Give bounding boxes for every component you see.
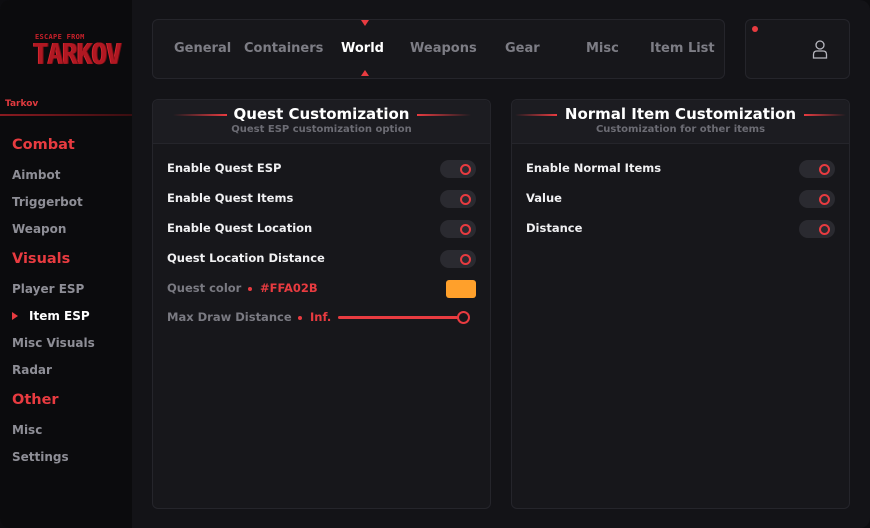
logo-line-main: TARKOV [33,38,122,72]
sidebar-item-player-esp[interactable]: Player ESP [12,282,84,296]
toggle-knob [819,194,830,205]
game-logo: ESCAPE FROM TARKOV [33,33,122,79]
sidebar-item-aimbot[interactable]: Aimbot [12,168,60,182]
header-line-right [417,114,471,116]
quest-location-distance-toggle[interactable] [440,250,476,268]
header-line-right [804,114,846,116]
max-draw-distance-slider-track[interactable] [338,316,458,319]
max-draw-distance-label: Max Draw Distance [167,310,292,324]
toggle-knob [460,254,471,265]
toggle-label: Enable Quest Items [167,191,294,205]
panel-title: Normal Item Customization [564,105,797,123]
tab-item-list[interactable]: Item List [650,41,715,56]
sidebar-item-misc[interactable]: Misc [12,423,42,437]
sidebar-item-radar[interactable]: Radar [12,363,52,377]
quest-color-hex: #FFA02B [260,281,318,295]
sidebar-item-triggerbot[interactable]: Triggerbot [12,195,83,209]
toggle-knob [460,194,471,205]
value-toggle[interactable] [799,190,835,208]
app-window: ESCAPE FROM TARKOV Tarkov Combat Aimbot … [0,0,870,528]
max-draw-distance-value: Inf. [310,310,332,324]
game-label: Tarkov [5,99,39,109]
enable-normal-items-toggle[interactable] [799,160,835,178]
sidebar-item-settings[interactable]: Settings [12,450,69,464]
distance-toggle[interactable] [799,220,835,238]
toggle-label: Distance [526,221,583,235]
toggle-label: Enable Quest Location [167,221,313,235]
toggle-knob [460,164,471,175]
panel-subtitle: Customization for other items [595,124,766,135]
section-other: Other [12,392,59,408]
tab-general[interactable]: General [174,41,231,56]
quest-customization-panel: Quest Customization Quest ESP customizat… [152,99,491,509]
tab-misc[interactable]: Misc [586,41,619,56]
panel-header: Quest Customization Quest ESP customizat… [153,100,490,144]
normal-item-customization-panel: Normal Item Customization Customization … [511,99,850,509]
toggle-knob [460,224,471,235]
toggle-knob [819,224,830,235]
tab-weapons[interactable]: Weapons [410,41,477,56]
toggle-label: Value [526,191,562,205]
game-divider [0,114,132,116]
enable-quest-items-toggle[interactable] [440,190,476,208]
sidebar: ESCAPE FROM TARKOV Tarkov Combat Aimbot … [0,0,132,528]
sidebar-item-weapon[interactable]: Weapon [12,222,66,236]
active-tab-top-indicator-icon [361,20,369,26]
quest-color-label: Quest color [167,281,242,295]
enable-quest-esp-toggle[interactable] [440,160,476,178]
section-combat: Combat [12,137,75,153]
tab-containers[interactable]: Containers [244,41,323,56]
panel-header: Normal Item Customization Customization … [512,100,849,144]
active-tab-bottom-indicator-icon [361,70,369,76]
bullet-icon [298,316,302,320]
tab-world[interactable]: World [341,41,384,56]
toggle-knob [819,164,830,175]
enable-quest-location-toggle[interactable] [440,220,476,238]
section-visuals: Visuals [12,251,71,267]
top-tab-bar: General Containers World Weapons Gear Mi… [152,19,725,79]
tab-gear[interactable]: Gear [505,41,540,56]
status-dot-icon [752,26,758,32]
quest-color-swatch[interactable] [446,280,476,298]
toggle-label: Enable Quest ESP [167,161,282,175]
toggle-label: Quest Location Distance [167,251,325,265]
sidebar-item-item-esp[interactable]: Item ESP [29,309,90,323]
active-arrow-icon [12,312,18,320]
user-box [745,19,850,79]
sidebar-item-misc-visuals[interactable]: Misc Visuals [12,336,95,350]
user-icon[interactable] [812,39,828,59]
toggle-label: Enable Normal Items [526,161,662,175]
bullet-icon [248,287,252,291]
panel-subtitle: Quest ESP customization option [231,124,412,135]
max-draw-distance-slider-handle[interactable] [457,311,470,324]
